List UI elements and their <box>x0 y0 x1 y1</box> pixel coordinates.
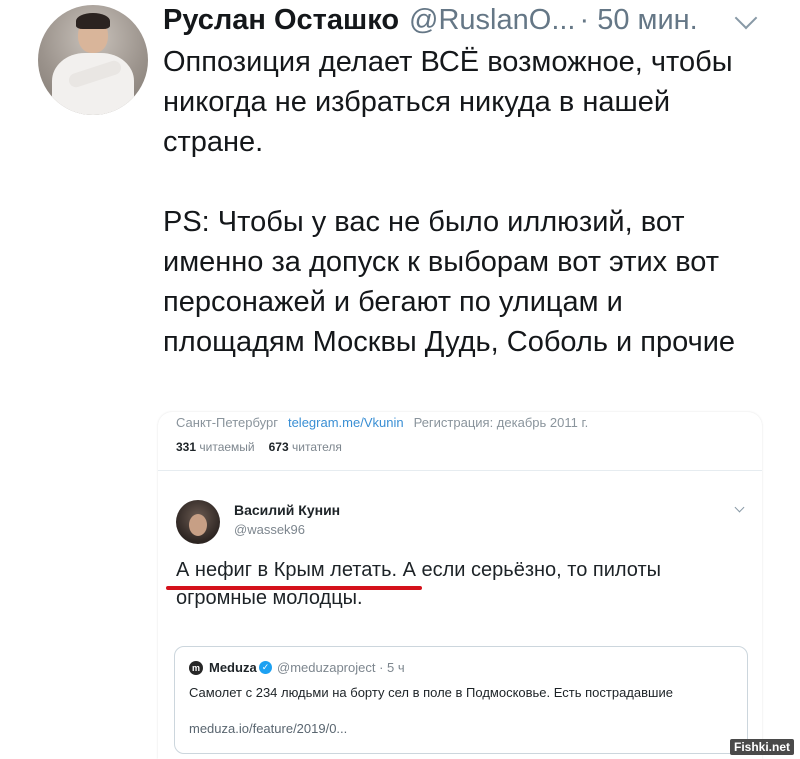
profile-meta: Санкт-Петербург telegram.me/Vkunin Регис… <box>176 412 588 432</box>
location-text: Санкт-Петербург <box>176 414 278 430</box>
quoted-author-avatar <box>176 500 220 544</box>
meduza-logo-icon: m <box>189 661 203 675</box>
quoted-author-handle: @wassek96 <box>234 522 306 537</box>
following-label: читаемый <box>199 440 255 454</box>
quoted-author-name: Василий Кунин <box>234 502 341 518</box>
followers-count: 673 <box>268 440 289 454</box>
following-stat: 331 читаемый <box>176 440 255 454</box>
divider <box>158 470 762 471</box>
avatar-body-shape <box>52 53 134 115</box>
chevron-down-icon <box>734 502 745 513</box>
author-avatar[interactable] <box>38 5 148 115</box>
following-count: 331 <box>176 440 197 454</box>
author-name[interactable]: Руслан Осташко <box>163 4 399 37</box>
embedded-screenshot[interactable]: Санкт-Петербург telegram.me/Vkunin Регис… <box>158 412 762 759</box>
watermark: Fishki.net <box>729 739 794 755</box>
tweet-time[interactable]: · 50 мин. <box>580 4 698 37</box>
card-author-handle: @meduzaproject · 5 ч <box>277 660 405 675</box>
quoted-tweet-text: А нефиг в Крым летать. А если серьёзно, … <box>176 559 662 609</box>
red-underline-mark <box>166 586 422 590</box>
card-author-name: Meduza <box>209 660 257 675</box>
followers-stat: 673 читателя <box>269 440 342 454</box>
avatar-hair-shape <box>76 13 110 29</box>
registration-text: Регистрация: декабрь 2011 г. <box>413 414 589 430</box>
verified-badge-icon: ✓ <box>259 661 272 674</box>
followers-label: читателя <box>292 440 342 454</box>
author-handle[interactable]: @RuslanO... <box>409 4 575 37</box>
avatar-face-shape <box>189 514 207 536</box>
card-text: Самолет с 234 людьми на борту сел в поле… <box>189 685 673 700</box>
card-link: meduza.io/feature/2019/0... <box>189 721 348 736</box>
profile-link: telegram.me/Vkunin <box>287 414 404 430</box>
profile-stats: 331 читаемый 673 читателя <box>176 440 342 454</box>
quoted-news-card: m Meduza ✓ @meduzaproject · 5 ч Самолет … <box>174 646 748 754</box>
tweet-text: Оппозиция делает ВСЁ возможное, чтобы ни… <box>163 42 763 362</box>
tweet-header: Руслан Осташко @RuslanO... · 50 мин. <box>163 0 783 40</box>
tweet-paragraph: Оппозиция делает ВСЁ возможное, чтобы ни… <box>163 46 733 158</box>
tweet-paragraph: PS: Чтобы у вас не было иллюзий, вот име… <box>163 206 736 358</box>
